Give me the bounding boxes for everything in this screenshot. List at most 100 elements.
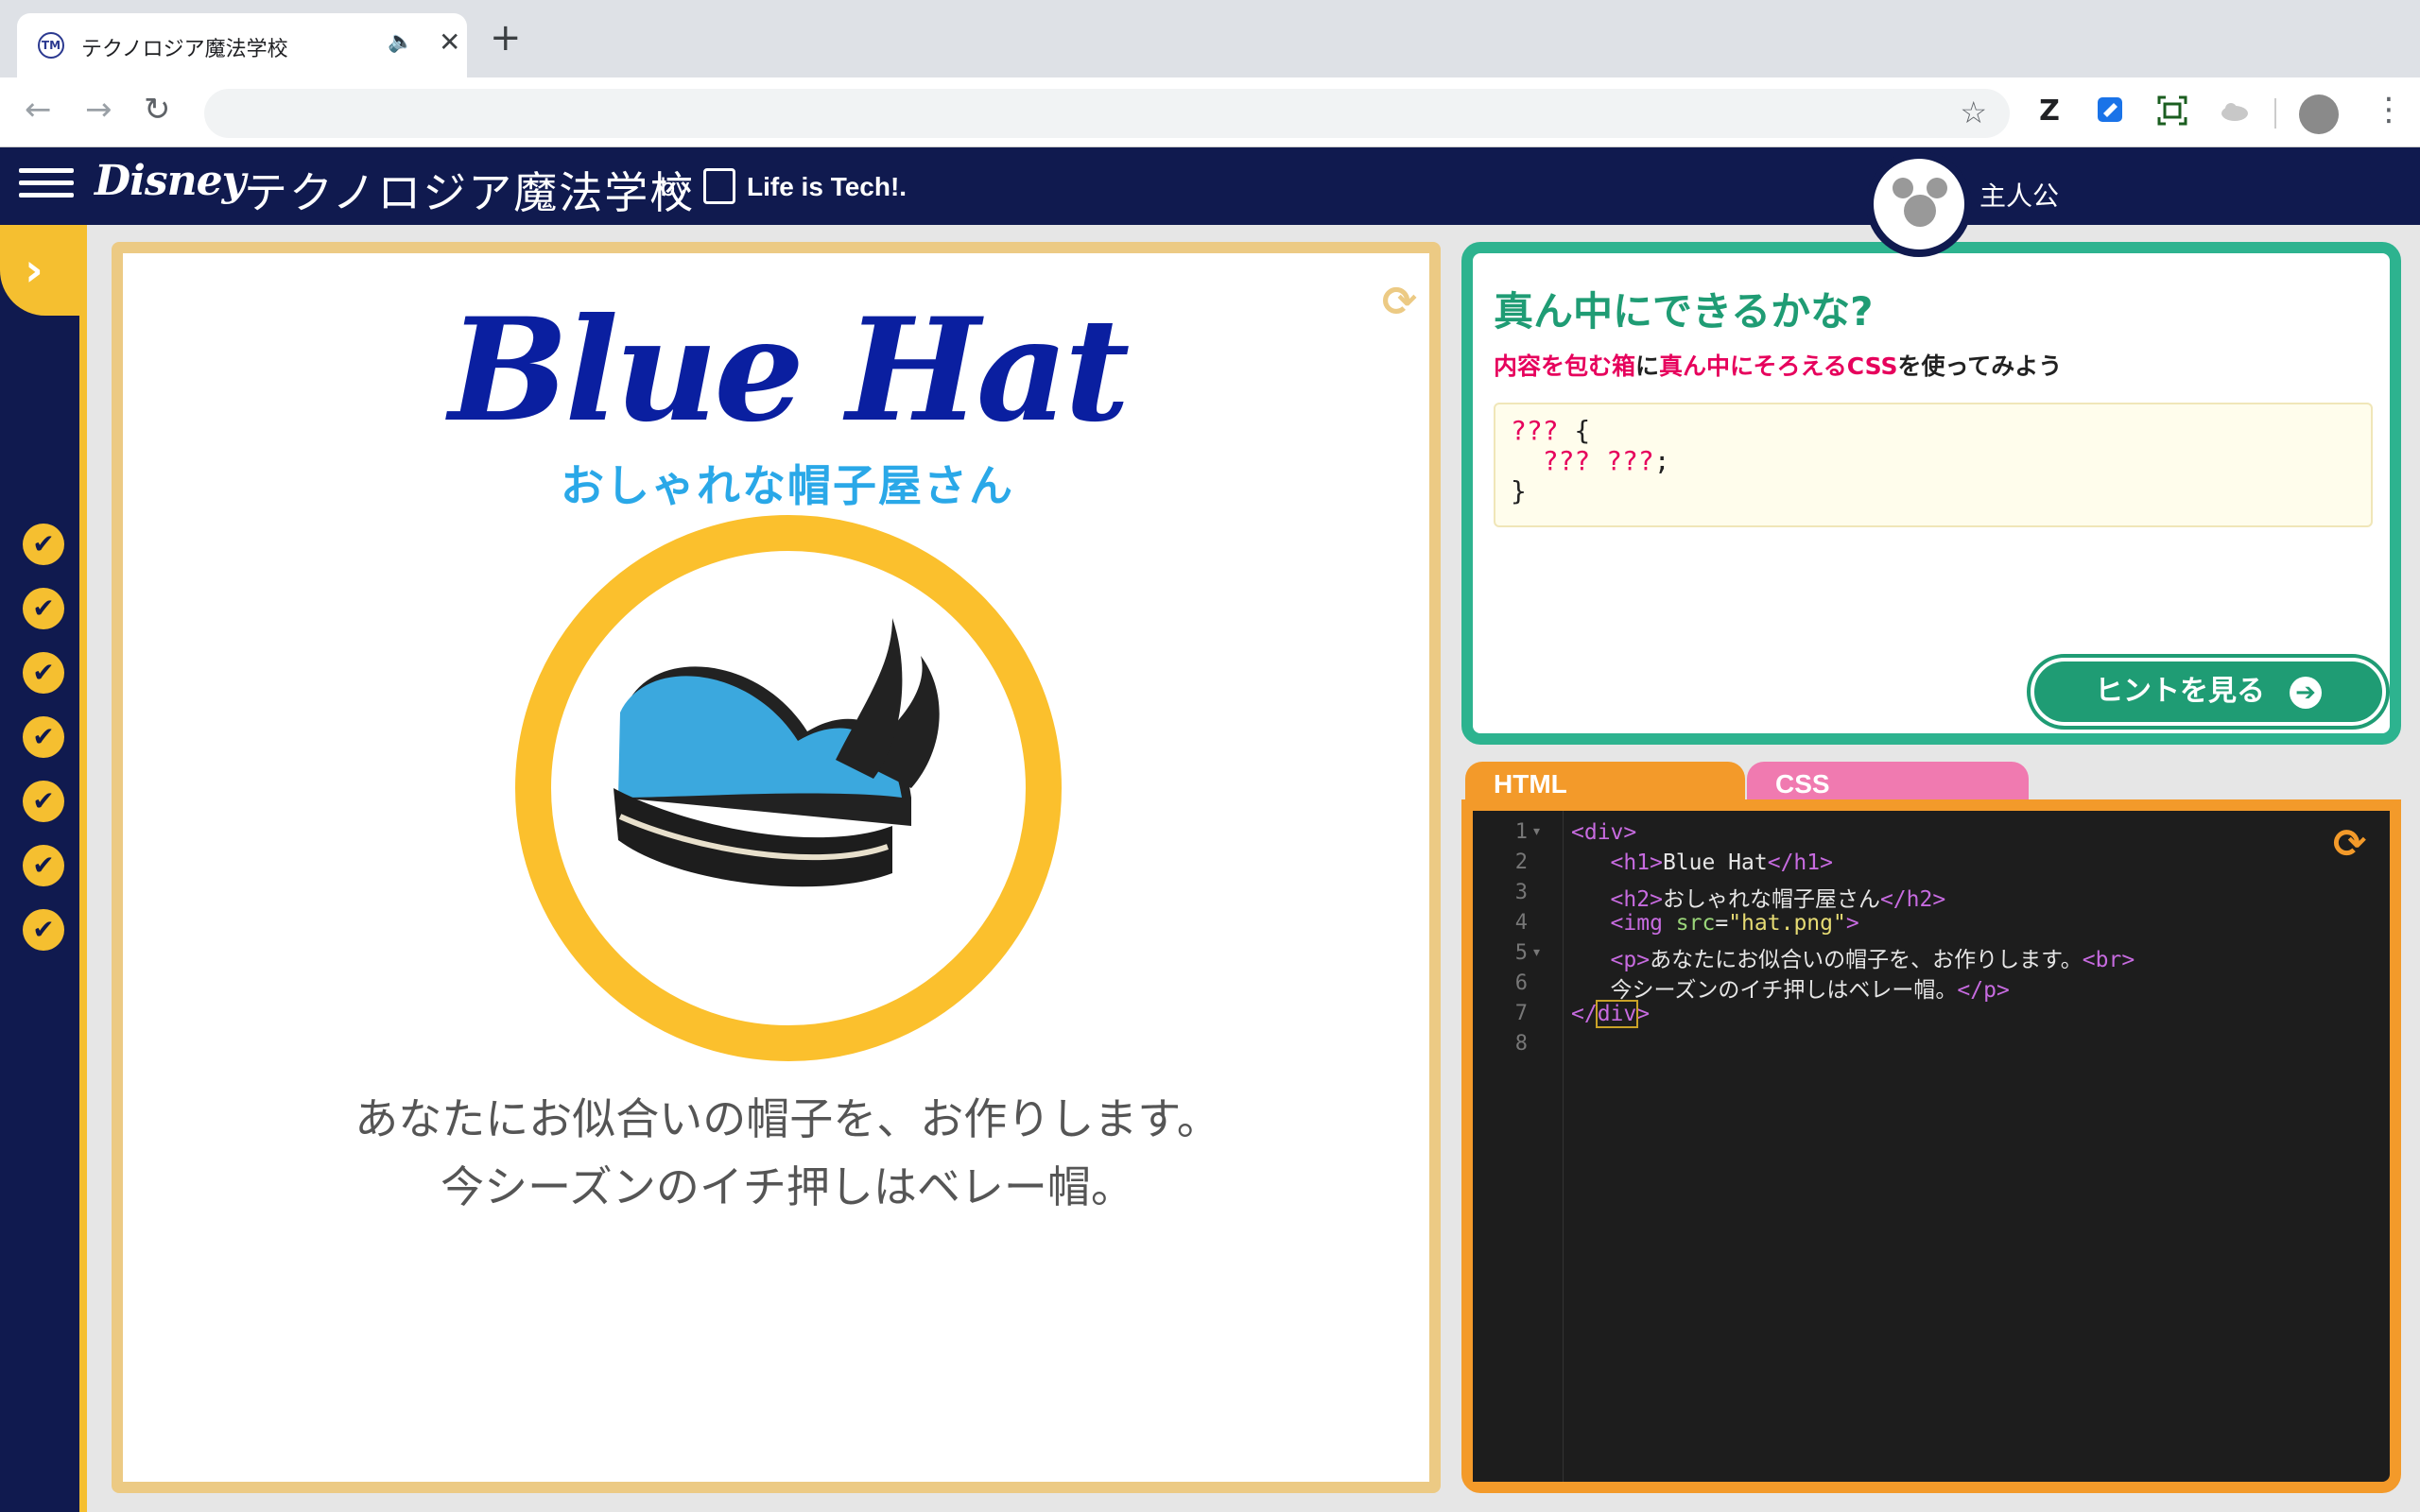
line-number: 4 bbox=[1514, 911, 1528, 935]
completed-step-check-icon[interactable]: ✔ bbox=[23, 524, 64, 565]
line-number: 5 bbox=[1514, 941, 1528, 965]
code-string: "hat.png" bbox=[1728, 911, 1846, 936]
code-selector-placeholder: ??? bbox=[1511, 415, 1559, 446]
brand-by-text: by bbox=[660, 174, 690, 202]
disney-logo: Disney bbox=[95, 157, 246, 205]
line-number: 1 bbox=[1514, 820, 1528, 844]
code-token: <h1> bbox=[1610, 850, 1663, 875]
hint-button[interactable]: ヒントを見る ➔ bbox=[2027, 654, 2390, 730]
tab-close-icon[interactable]: ✕ bbox=[439, 26, 460, 58]
line-number-gutter: 1 ▾ 2 3 4 5 ▾ 6 7 8 bbox=[1473, 811, 1564, 1482]
fold-toggle-icon[interactable]: ▾ bbox=[1533, 824, 1540, 839]
code-token: <p> bbox=[1610, 948, 1651, 972]
line-number: 8 bbox=[1514, 1032, 1528, 1056]
bookmark-star-icon[interactable]: ☆ bbox=[1960, 94, 1987, 130]
browser-toolbar: ← → ↻ ☆ Z ⋮ bbox=[0, 77, 2420, 147]
speaker-icon[interactable]: 🔈 bbox=[388, 30, 413, 54]
code-text: おしゃれな帽子屋さん bbox=[1662, 887, 1880, 912]
task-code-template: ??? { ??? ???; } bbox=[1494, 403, 2373, 527]
preview-paragraph-line2: 今シーズンのイチ押しはベレー帽。 bbox=[441, 1161, 1134, 1212]
task-keyword-css: 真ん中にそろえるCSS bbox=[1659, 352, 1898, 380]
code-value-placeholder: ??? bbox=[1606, 445, 1654, 476]
hamburger-menu-icon[interactable] bbox=[19, 161, 74, 210]
preview-panel: ⟳ Blue Hat おしゃれな帽子屋さん あなたにお似合いの帽子を、お作りしま… bbox=[112, 242, 1441, 1493]
code-token: </h1> bbox=[1767, 850, 1833, 875]
code-close-brace: } bbox=[1511, 475, 1527, 507]
chevron-right-icon: › bbox=[25, 244, 43, 297]
user-avatar[interactable] bbox=[1866, 151, 1972, 257]
preview-paragraph-line1: あなたにお似合いの帽子を、お作りします。 bbox=[354, 1093, 1220, 1144]
code-line-1[interactable]: <div> bbox=[1571, 820, 1636, 845]
code-eq: = bbox=[1715, 911, 1729, 936]
code-token: <br> bbox=[2082, 948, 2135, 972]
arrow-right-icon: ➔ bbox=[2290, 676, 2322, 709]
user-name: 主人公 bbox=[1979, 180, 2060, 212]
completed-step-check-icon[interactable]: ✔ bbox=[23, 845, 64, 886]
line-number: 6 bbox=[1514, 971, 1528, 995]
fold-toggle-icon[interactable]: ▾ bbox=[1533, 945, 1540, 960]
site-title-logo: テクノロジア魔法学校 bbox=[244, 167, 696, 218]
code-line-2[interactable]: <h1>Blue Hat</h1> bbox=[1571, 850, 1833, 875]
browser-tab[interactable]: TM テクノロジア魔法学校 🔈 ✕ bbox=[17, 13, 467, 77]
browser-menu-icon[interactable]: ⋮ bbox=[2373, 91, 2405, 129]
completed-step-check-icon[interactable]: ✔ bbox=[23, 781, 64, 822]
completed-step-check-icon[interactable]: ✔ bbox=[23, 588, 64, 629]
code-property-placeholder: ??? bbox=[1542, 445, 1591, 476]
code-token-matched: div bbox=[1595, 1000, 1639, 1028]
editor-refresh-icon[interactable]: ⟳ bbox=[2333, 820, 2366, 867]
screenshot-extension-icon[interactable] bbox=[2155, 94, 2189, 129]
mickey-ear-left-icon bbox=[1893, 178, 1913, 198]
completed-step-check-icon[interactable]: ✔ bbox=[23, 652, 64, 694]
address-bar[interactable]: ☆ bbox=[204, 89, 2010, 138]
forward-arrow-icon[interactable]: → bbox=[85, 91, 112, 129]
reload-icon[interactable]: ↻ bbox=[144, 91, 171, 129]
task-title: 真ん中にできるかな? bbox=[1494, 288, 1874, 335]
preview-subheading: おしゃれな帽子屋さん bbox=[561, 460, 1014, 511]
code-token: </h2> bbox=[1879, 887, 1946, 912]
line-number: 2 bbox=[1514, 850, 1528, 874]
site-favicon-icon: TM bbox=[38, 32, 64, 59]
cloud-extension-icon[interactable] bbox=[2218, 94, 2252, 129]
extension-blue-icon[interactable] bbox=[2093, 94, 2127, 129]
hat-image bbox=[514, 514, 1063, 1062]
partner-logo-text: Life is Tech!. bbox=[747, 172, 908, 201]
task-desc-end: を使ってみよう bbox=[1897, 352, 2063, 380]
code-line-5[interactable]: <p>あなたにお似合いの帽子を、お作りします。<br> bbox=[1571, 941, 2135, 973]
life-is-tech-icon bbox=[703, 168, 735, 204]
code-token: <div> bbox=[1571, 820, 1637, 845]
code-open-brace: { bbox=[1558, 415, 1591, 446]
code-text: Blue Hat bbox=[1662, 850, 1768, 875]
code-text: あなたにお似合いの帽子を、お作りします。 bbox=[1650, 948, 2083, 972]
code-text: 今シーズンのイチ押しはベレー帽。 bbox=[1610, 978, 1958, 1003]
task-keyword-box: 内容を包む箱 bbox=[1494, 352, 1636, 380]
line-number: 3 bbox=[1514, 881, 1528, 904]
new-tab-button[interactable]: + bbox=[490, 19, 522, 57]
toolbar-separator bbox=[2274, 98, 2276, 129]
code-token: > bbox=[1636, 1002, 1651, 1026]
zotero-extension-icon[interactable]: Z bbox=[2032, 94, 2066, 129]
tab-title: テクノロジア魔法学校 bbox=[81, 38, 288, 61]
code-token: <img bbox=[1610, 911, 1676, 936]
code-token: > bbox=[1845, 911, 1859, 936]
line-number: 7 bbox=[1514, 1002, 1528, 1025]
code-line-7[interactable]: </div> bbox=[1571, 1000, 1651, 1028]
mickey-ear-right-icon bbox=[1927, 178, 1947, 198]
back-arrow-icon[interactable]: ← bbox=[25, 91, 52, 129]
completed-step-check-icon[interactable]: ✔ bbox=[23, 716, 64, 758]
preview-heading: Blue Hat bbox=[448, 287, 1131, 454]
code-attr: src bbox=[1675, 911, 1716, 936]
code-editor[interactable]: 1 ▾ 2 3 4 5 ▾ 6 7 8 <div> <h1>Blue Hat</… bbox=[1461, 799, 2401, 1493]
rail-expand-button[interactable]: › bbox=[0, 225, 87, 316]
completed-step-check-icon[interactable]: ✔ bbox=[23, 909, 64, 951]
code-token: <h2> bbox=[1610, 887, 1663, 912]
code-line-4[interactable]: <img src="hat.png"> bbox=[1571, 911, 1859, 936]
hint-button-label: ヒントを見る bbox=[2095, 675, 2265, 708]
code-line-6[interactable]: 今シーズンのイチ押しはベレー帽。</p> bbox=[1571, 971, 2010, 1004]
task-desc-connector: に bbox=[1635, 352, 1660, 380]
code-line-3[interactable]: <h2>おしゃれな帽子屋さん</h2> bbox=[1571, 881, 1946, 913]
task-description: 内容を包む箱に真ん中にそろえるCSSを使ってみよう bbox=[1494, 348, 2062, 382]
browser-tab-bar: TM テクノロジア魔法学校 🔈 ✕ + bbox=[0, 0, 2420, 77]
profile-avatar-icon[interactable] bbox=[2299, 94, 2339, 134]
code-semicolon: ; bbox=[1653, 445, 1670, 476]
code-token: </p> bbox=[1957, 978, 2010, 1003]
